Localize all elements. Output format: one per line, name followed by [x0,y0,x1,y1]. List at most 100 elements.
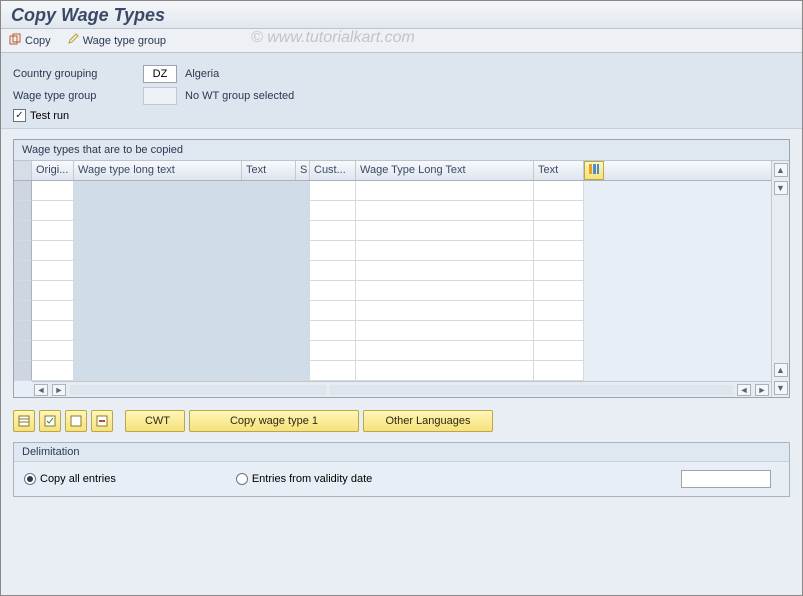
column-header-original[interactable]: Origi... [32,161,74,180]
hscroll-left-track[interactable] [70,385,326,395]
cell-sel[interactable] [14,341,32,361]
cell-sel[interactable] [14,201,32,221]
cell-origi[interactable] [32,361,74,381]
cell-sel[interactable] [14,221,32,241]
cell-wtlt[interactable] [74,281,242,301]
cell-wtlt[interactable] [74,201,242,221]
icon-button-1[interactable] [13,410,35,432]
cell-sel[interactable] [14,361,32,381]
cell-text[interactable] [242,241,296,261]
cell-text2[interactable] [534,301,584,321]
toolbar-copy-button[interactable]: Copy [9,33,51,48]
cell-text[interactable] [242,361,296,381]
cell-cust[interactable] [310,361,356,381]
cell-s[interactable] [296,261,310,281]
cell-cust[interactable] [310,301,356,321]
column-config-button[interactable] [584,161,604,180]
vertical-scrollbar[interactable]: ▲ ▼ ▲ ▼ [771,161,789,397]
cell-cust[interactable] [310,261,356,281]
cell-wtlt[interactable] [74,181,242,201]
hscroll-right-track[interactable] [330,385,733,395]
cell-text2[interactable] [534,241,584,261]
cell-text2[interactable] [534,341,584,361]
hscroll-right-section[interactable]: ◄ ► [328,381,771,397]
cwt-button[interactable]: CWT [125,410,185,432]
cell-s[interactable] [296,221,310,241]
cell-wtlt2[interactable] [356,241,534,261]
cell-text[interactable] [242,341,296,361]
cell-text[interactable] [242,201,296,221]
cell-text2[interactable] [534,181,584,201]
cell-wtlt2[interactable] [356,181,534,201]
cell-origi[interactable] [32,301,74,321]
column-header-selector[interactable] [14,161,32,180]
cell-text[interactable] [242,181,296,201]
cell-wtlt2[interactable] [356,361,534,381]
cell-text[interactable] [242,221,296,241]
cell-wtlt2[interactable] [356,281,534,301]
cell-cust[interactable] [310,181,356,201]
cell-wtlt[interactable] [74,321,242,341]
column-header-text-2[interactable]: Text [534,161,584,180]
icon-button-2[interactable] [39,410,61,432]
wage-type-group-input[interactable] [143,87,177,105]
toolbar-wt-group-button[interactable]: Wage type group [67,33,166,48]
cell-s[interactable] [296,321,310,341]
cell-cust[interactable] [310,321,356,341]
hscroll-right-prev[interactable]: ◄ [737,384,751,396]
cell-wtlt[interactable] [74,261,242,281]
cell-wtlt[interactable] [74,221,242,241]
cell-cust[interactable] [310,241,356,261]
cell-wtlt[interactable] [74,241,242,261]
cell-s[interactable] [296,341,310,361]
cell-s[interactable] [296,281,310,301]
cell-text2[interactable] [534,281,584,301]
hscroll-left-prev[interactable]: ◄ [34,384,48,396]
validity-date-input[interactable] [681,470,771,488]
cell-origi[interactable] [32,281,74,301]
icon-button-3[interactable] [65,410,87,432]
cell-sel[interactable] [14,281,32,301]
icon-button-4[interactable] [91,410,113,432]
cell-text2[interactable] [534,321,584,341]
cell-text[interactable] [242,321,296,341]
cell-s[interactable] [296,201,310,221]
cell-s[interactable] [296,181,310,201]
cell-wtlt2[interactable] [356,341,534,361]
cell-wtlt2[interactable] [356,221,534,241]
column-header-cust[interactable]: Cust... [310,161,356,180]
cell-cust[interactable] [310,201,356,221]
cell-sel[interactable] [14,181,32,201]
vscroll-down-2[interactable]: ▼ [774,381,788,395]
cell-s[interactable] [296,361,310,381]
cell-text[interactable] [242,301,296,321]
cell-cust[interactable] [310,281,356,301]
cell-origi[interactable] [32,181,74,201]
cell-text2[interactable] [534,361,584,381]
cell-sel[interactable] [14,301,32,321]
cell-wtlt[interactable] [74,361,242,381]
column-header-s[interactable]: S [296,161,310,180]
cell-text[interactable] [242,261,296,281]
cell-wtlt2[interactable] [356,261,534,281]
vscroll-up[interactable]: ▲ [774,163,788,177]
cell-origi[interactable] [32,341,74,361]
cell-text2[interactable] [534,201,584,221]
copy-wage-type-1-button[interactable]: Copy wage type 1 [189,410,359,432]
hscroll-right-next[interactable]: ► [755,384,769,396]
cell-sel[interactable] [14,321,32,341]
cell-text2[interactable] [534,221,584,241]
vscroll-down[interactable]: ▼ [774,181,788,195]
cell-wtlt[interactable] [74,341,242,361]
vscroll-up-2[interactable]: ▲ [774,363,788,377]
column-header-wage-type-long-text[interactable]: Wage type long text [74,161,242,180]
cell-sel[interactable] [14,241,32,261]
cell-text2[interactable] [534,261,584,281]
column-header-wage-type-long-text-2[interactable]: Wage Type Long Text [356,161,534,180]
cell-origi[interactable] [32,221,74,241]
country-grouping-input[interactable] [143,65,177,83]
cell-wtlt[interactable] [74,301,242,321]
radio-from-date[interactable] [236,473,248,485]
cell-wtlt2[interactable] [356,321,534,341]
cell-text[interactable] [242,281,296,301]
